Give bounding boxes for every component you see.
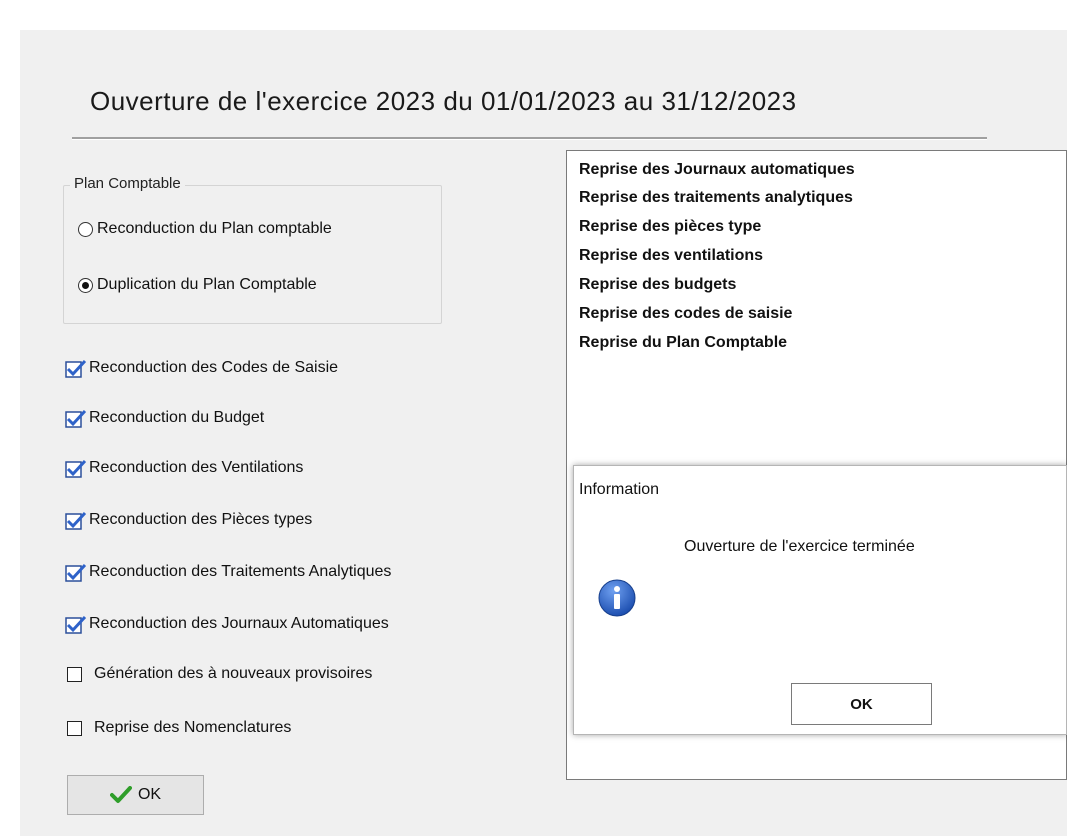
radio-label: Duplication du Plan Comptable: [97, 276, 317, 293]
title-divider: [72, 137, 987, 140]
checkbox-a-nouveaux-provisoires[interactable]: Génération des à nouveaux provisoires: [65, 662, 372, 686]
checkbox-codes-saisie[interactable]: Reconduction des Codes de Saisie: [65, 356, 338, 380]
info-icon: [598, 579, 636, 617]
checkbox-label: Reconduction des Journaux Automatiques: [89, 615, 389, 632]
checkbox-budget[interactable]: Reconduction du Budget: [65, 406, 264, 430]
checkbox-nomenclatures[interactable]: Reprise des Nomenclatures: [65, 716, 291, 740]
ok-button[interactable]: OK: [67, 775, 204, 815]
plan-comptable-group: [63, 185, 442, 324]
checkbox-ventilations[interactable]: Reconduction des Ventilations: [65, 456, 303, 480]
checkbox-traitements-analytiques[interactable]: Reconduction des Traitements Analytiques: [65, 560, 391, 584]
checkbox-pieces-types[interactable]: Reconduction des Pièces types: [65, 508, 312, 532]
log-line: Reprise du Plan Comptable: [579, 334, 788, 351]
dialog-message: Ouverture de l'exercice terminée: [684, 538, 915, 555]
checkbox-label: Reconduction du Budget: [89, 409, 265, 426]
checkbox-label: Reconduction des Traitements Analytiques: [89, 563, 392, 580]
checkbox-label: Reconduction des Codes de Saisie: [89, 359, 339, 376]
plan-comptable-legend: Plan Comptable: [70, 175, 185, 192]
radio-button[interactable]: [78, 221, 93, 237]
checked-checkbox-icon[interactable]: [65, 511, 87, 530]
checkbox-label: Génération des à nouveaux provisoires: [94, 665, 373, 682]
log-line: Reprise des Journaux automatiques: [579, 161, 855, 178]
dialog-ok-button[interactable]: OK: [791, 683, 932, 725]
checkbox-label: Reprise des Nomenclatures: [94, 719, 292, 736]
checkbox-label: Reconduction des Ventilations: [89, 459, 304, 476]
log-line: Reprise des codes de saisie: [579, 305, 793, 322]
checked-checkbox-icon[interactable]: [65, 459, 87, 478]
radio-button[interactable]: [78, 277, 93, 293]
checkbox-label: Reconduction des Pièces types: [89, 511, 313, 528]
checked-checkbox-icon[interactable]: [65, 359, 87, 378]
log-line: Reprise des budgets: [579, 276, 737, 293]
checkbox-journaux-automatiques[interactable]: Reconduction des Journaux Automatiques: [65, 612, 389, 636]
log-line: Reprise des pièces type: [579, 218, 762, 235]
checked-checkbox-icon[interactable]: [65, 615, 87, 634]
radio-label: Reconduction du Plan comptable: [97, 220, 332, 237]
checkmark-icon: [109, 786, 132, 803]
page-title: Ouverture de l'exercice 2023 du 01/01/20…: [90, 86, 797, 116]
ok-button-label: OK: [137, 786, 162, 803]
unchecked-checkbox-icon[interactable]: [67, 666, 82, 682]
main-window: Ouverture de l'exercice 2023 du 01/01/20…: [20, 30, 1067, 836]
dialog-title: Information: [579, 481, 660, 498]
unchecked-checkbox-icon[interactable]: [67, 720, 82, 736]
information-dialog: Information Ouverture de l'exercice term…: [573, 465, 1067, 735]
log-line: Reprise des traitements analytiques: [579, 189, 853, 206]
radio-duplication-plan[interactable]: Duplication du Plan Comptable: [78, 274, 317, 296]
checked-checkbox-icon[interactable]: [65, 409, 87, 428]
log-line: Reprise des ventilations: [579, 247, 764, 264]
radio-reconduction-plan[interactable]: Reconduction du Plan comptable: [78, 218, 332, 240]
checked-checkbox-icon[interactable]: [65, 563, 87, 582]
